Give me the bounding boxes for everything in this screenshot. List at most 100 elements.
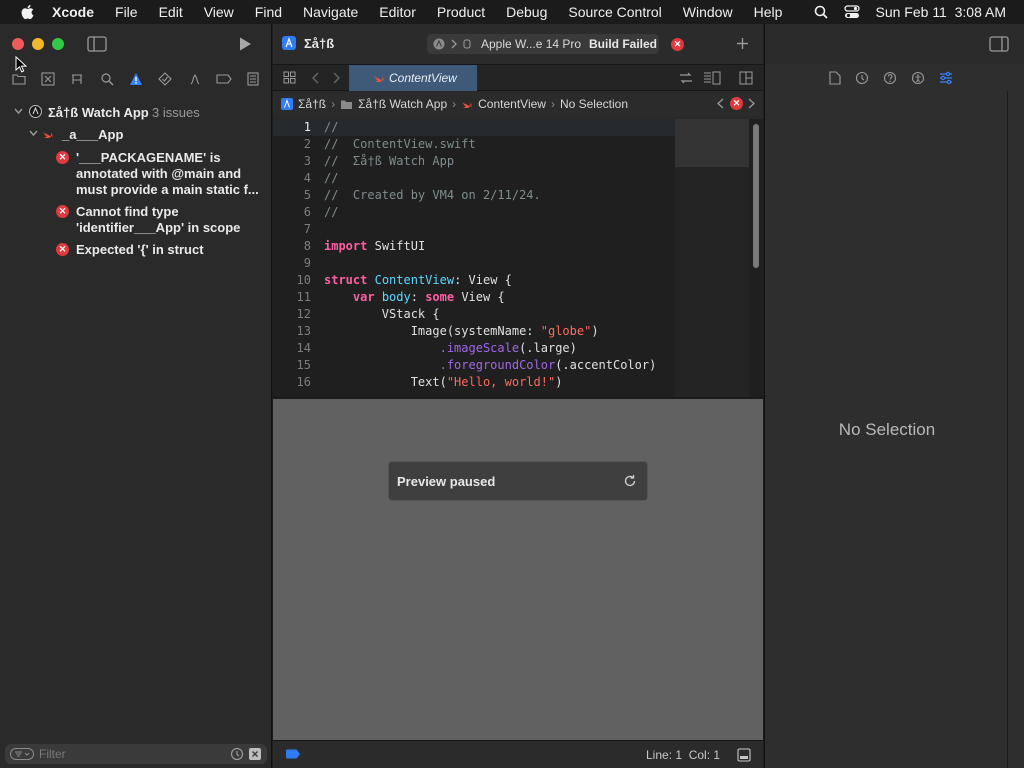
breakpoint-navigator-icon[interactable]	[216, 71, 232, 87]
preview-canvas[interactable]: Preview paused	[273, 397, 763, 740]
file-inspector-icon[interactable]	[829, 71, 841, 85]
inspector-tabs	[765, 65, 1024, 91]
editor-area: Σå†ß Apple W...e 14 Pro Build Failed ✕ C…	[273, 24, 763, 768]
menu-product[interactable]: Product	[437, 4, 485, 20]
chevron-down-icon[interactable]	[14, 108, 23, 115]
error-icon: ✕	[56, 151, 69, 164]
accessibility-inspector-icon[interactable]	[911, 71, 925, 85]
zoom-window-button[interactable]	[52, 38, 64, 50]
editor-options-icon[interactable]	[703, 71, 721, 85]
recent-filter-icon[interactable]	[230, 747, 244, 761]
line-number: 14	[296, 341, 311, 355]
close-window-button[interactable]	[12, 38, 24, 50]
menu-xcode[interactable]: Xcode	[52, 4, 94, 20]
next-issue-icon[interactable]	[748, 98, 755, 109]
editor-scrollbar[interactable]	[753, 124, 759, 268]
filter-placeholder: Filter	[39, 747, 66, 761]
previous-issue-icon[interactable]	[717, 98, 724, 109]
project-issue-group[interactable]: Σå†ß Watch App 3 issues	[0, 104, 272, 122]
tab-contentview[interactable]: ContentView	[349, 65, 477, 91]
build-error-icon[interactable]: ✕	[671, 38, 684, 51]
tab-label: ContentView	[389, 71, 457, 85]
code-line: VStack {	[381, 307, 440, 321]
line-number: 7	[303, 222, 311, 236]
preview-paused-banner: Preview paused	[388, 461, 648, 501]
menu-editor[interactable]: Editor	[379, 4, 416, 20]
related-items-icon[interactable]	[679, 72, 693, 84]
line-number: 5	[303, 188, 311, 202]
issue-item[interactable]: ✕ '___PACKAGENAME' is annotated with @ma…	[0, 150, 272, 198]
inspector-panel: No Selection	[764, 24, 1024, 768]
watchos-destination-icon	[433, 38, 445, 50]
grid-icon[interactable]	[283, 71, 296, 84]
issue-error-icon[interactable]: ✕	[730, 97, 743, 110]
issue-text-line: Cannot find type	[76, 204, 179, 219]
project-navigator-icon[interactable]	[11, 71, 27, 87]
sidebar-toggle-icon[interactable]	[87, 36, 107, 52]
chevron-down-icon[interactable]	[29, 130, 38, 137]
minimap-viewport[interactable]	[675, 119, 749, 167]
line-number: 15	[296, 358, 311, 372]
jump-file[interactable]: ContentView	[478, 97, 546, 111]
report-navigator-icon[interactable]	[245, 71, 261, 87]
debug-area-toggle-icon[interactable]	[737, 748, 751, 762]
symbol-navigator-icon[interactable]	[69, 71, 85, 87]
attributes-inspector-icon[interactable]	[939, 71, 953, 85]
menu-file[interactable]: File	[115, 4, 138, 20]
menu-find[interactable]: Find	[255, 4, 282, 20]
inspector-toggle-icon[interactable]	[989, 36, 1009, 52]
quick-help-icon[interactable]	[883, 71, 897, 85]
forward-icon[interactable]	[333, 72, 340, 84]
errors-only-filter-icon[interactable]	[248, 747, 262, 761]
issue-navigator-icon[interactable]	[128, 71, 144, 87]
line-number: 8	[303, 239, 311, 253]
history-inspector-icon[interactable]	[855, 71, 869, 85]
split-editor-icon[interactable]	[739, 71, 753, 85]
menu-view[interactable]: View	[204, 4, 234, 20]
no-selection-label: No Selection	[838, 420, 936, 439]
file-issue-group[interactable]: _a___App	[0, 126, 272, 144]
menu-source-control[interactable]: Source Control	[568, 4, 661, 20]
menu-navigate[interactable]: Navigate	[303, 4, 358, 20]
filter-field[interactable]: Filter	[5, 744, 267, 764]
refresh-icon[interactable]	[623, 474, 637, 488]
breakpoints-toggle-icon[interactable]	[285, 749, 301, 759]
line-number: 1	[303, 120, 311, 134]
jump-selection[interactable]: No Selection	[560, 97, 628, 111]
debug-navigator-icon[interactable]	[187, 71, 203, 87]
apple-logo-icon[interactable]	[20, 4, 34, 20]
build-status: Build Failed	[589, 37, 658, 51]
jump-project[interactable]: Σå†ß	[298, 97, 326, 111]
menu-extras: Sun Feb 11 3:08 AM	[814, 0, 1007, 24]
minimize-window-button[interactable]	[32, 38, 44, 50]
line-number: 11	[296, 290, 311, 304]
issue-item[interactable]: ✕ Cannot find type 'identifier___App' in…	[0, 204, 272, 238]
jump-group[interactable]: Σå†ß Watch App	[358, 97, 447, 111]
swift-file-icon	[374, 75, 384, 83]
run-button[interactable]	[237, 36, 253, 52]
line-number: 3	[303, 154, 311, 168]
watch-app-icon	[29, 105, 42, 118]
code-line: .foregroundColor(.accentColor)	[439, 358, 657, 372]
menu-edit[interactable]: Edit	[159, 4, 183, 20]
menu-help[interactable]: Help	[754, 4, 783, 20]
add-icon[interactable]	[736, 37, 749, 50]
minimap[interactable]	[675, 119, 749, 397]
menubar-clock[interactable]: Sun Feb 11 3:08 AM	[876, 4, 1007, 20]
issue-item[interactable]: ✕ Expected '{' in struct	[0, 242, 272, 260]
filter-options-icon[interactable]	[10, 748, 34, 760]
test-navigator-icon[interactable]	[157, 71, 173, 87]
control-center-icon[interactable]	[843, 5, 860, 19]
spotlight-icon[interactable]	[814, 5, 828, 19]
file-name: _a___App	[62, 127, 124, 142]
back-icon[interactable]	[312, 72, 319, 84]
run-destination[interactable]: Apple W...e 14 Pro	[481, 37, 581, 51]
source-control-navigator-icon[interactable]	[40, 71, 56, 87]
menu-debug[interactable]: Debug	[506, 4, 547, 20]
activity-view[interactable]: Apple W...e 14 Pro Build Failed	[427, 34, 659, 54]
code-line: // ContentView.swift	[324, 137, 476, 151]
find-navigator-icon[interactable]	[99, 71, 115, 87]
menu-window[interactable]: Window	[683, 4, 733, 20]
scheme-name[interactable]: Σå†ß	[304, 36, 334, 51]
inspector-toolbar	[765, 24, 1024, 64]
